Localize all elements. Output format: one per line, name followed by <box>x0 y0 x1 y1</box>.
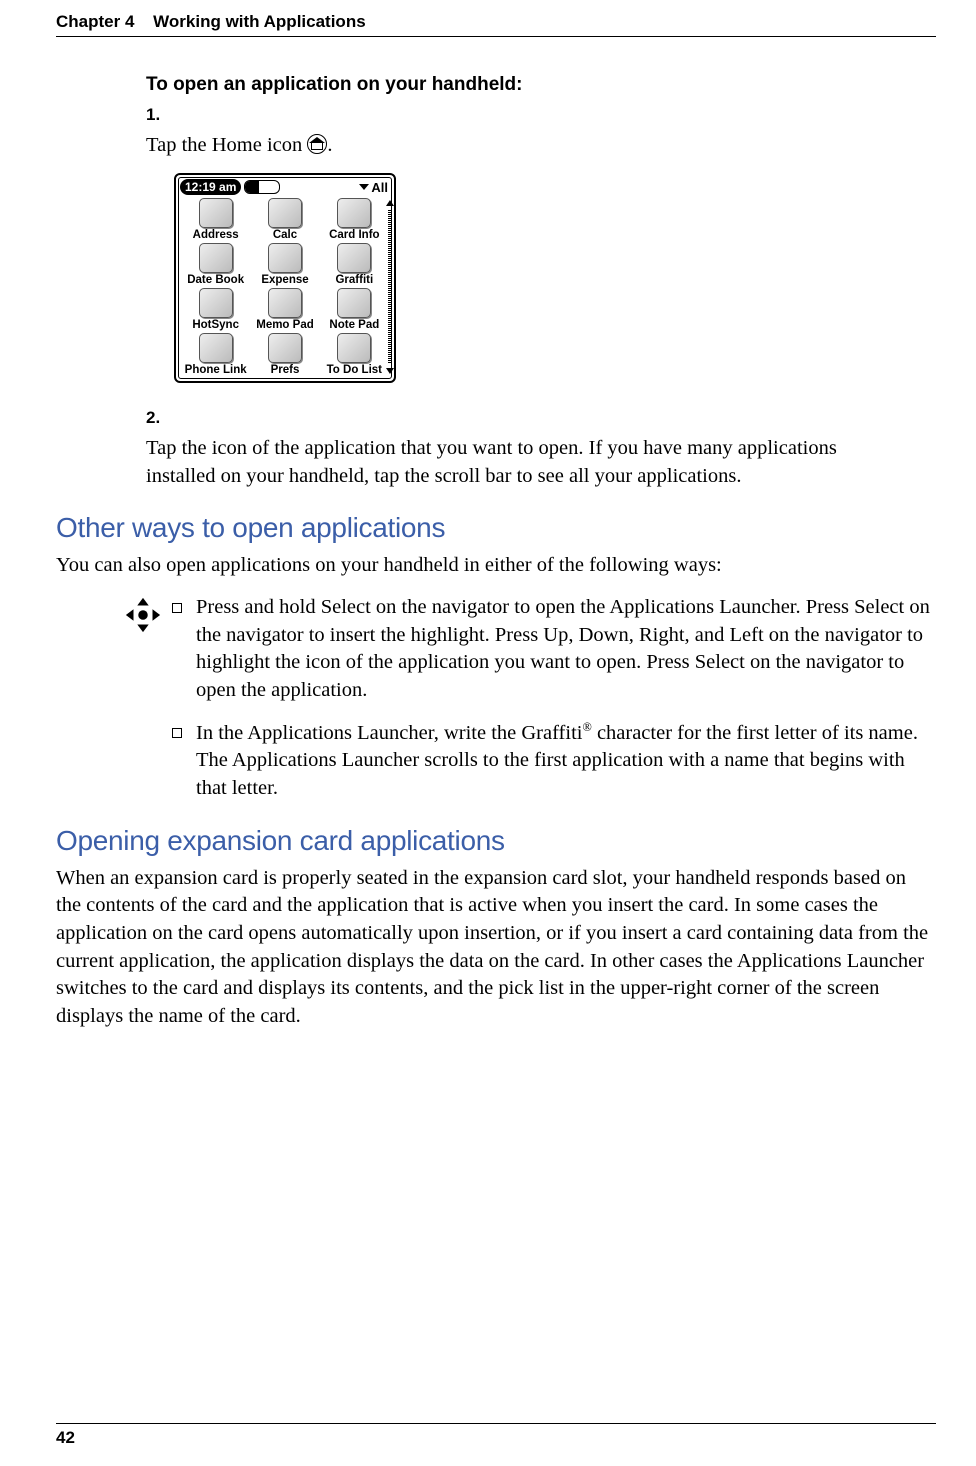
category-label: All <box>371 180 388 195</box>
intro-paragraph: You can also open applications on your h… <box>56 552 936 580</box>
bullet-item: In the Applications Launcher, write the … <box>172 719 936 803</box>
section-heading-expansion: Opening expansion card applications <box>56 825 936 857</box>
bullet-text: In the Applications Launcher, write the … <box>196 719 936 803</box>
app-label: Date Book <box>187 274 244 286</box>
app-label: Memo Pad <box>256 319 314 331</box>
section-heading-other-ways: Other ways to open applications <box>56 512 936 544</box>
app-icon <box>337 198 371 228</box>
chapter-label: Chapter 4 <box>56 12 134 31</box>
step-number: 1. <box>146 104 172 127</box>
app-icon <box>268 243 302 273</box>
app-launcher-item[interactable]: To Do List <box>320 333 389 376</box>
square-bullet-icon <box>172 728 182 738</box>
page-header: Chapter 4 Working with Applications <box>56 12 936 37</box>
app-label: Note Pad <box>329 319 379 331</box>
app-launcher-item[interactable]: Memo Pad <box>250 288 319 331</box>
app-launcher-item[interactable]: Date Book <box>181 243 250 286</box>
home-icon <box>307 134 327 154</box>
app-launcher-item[interactable]: Graffiti <box>320 243 389 286</box>
app-icon <box>268 333 302 363</box>
step-1: 1. Tap the Home icon . <box>146 104 936 159</box>
app-icon <box>199 333 233 363</box>
app-icon <box>199 288 233 318</box>
chapter-title: Working with Applications <box>153 12 366 31</box>
app-icon <box>268 198 302 228</box>
device-status-bar: 12:19 am All <box>179 178 391 196</box>
scroll-up-icon[interactable] <box>386 200 394 206</box>
step-text: Tap the icon of the application that you… <box>146 435 906 490</box>
app-label: HotSync <box>192 319 239 331</box>
app-label: Card Info <box>329 229 379 241</box>
app-launcher-item[interactable]: Note Pad <box>320 288 389 331</box>
app-label: Prefs <box>271 364 300 376</box>
app-label: Phone Link <box>185 364 247 376</box>
app-label: Expense <box>261 274 308 286</box>
app-icon <box>337 288 371 318</box>
app-launcher-item[interactable]: Calc <box>250 198 319 241</box>
app-icon <box>199 198 233 228</box>
app-label: Address <box>193 229 239 241</box>
app-launcher-item[interactable]: Phone Link <box>181 333 250 376</box>
navigator-icon <box>124 596 162 634</box>
app-launcher-item[interactable]: Card Info <box>320 198 389 241</box>
scroll-track[interactable] <box>388 210 392 364</box>
app-launcher-item[interactable]: Expense <box>250 243 319 286</box>
app-label: Calc <box>273 229 297 241</box>
bullet-item: Press and hold Select on the navigator t… <box>172 594 936 705</box>
app-label: Graffiti <box>335 274 373 286</box>
clock: 12:19 am <box>180 179 241 195</box>
app-launcher-item[interactable]: HotSync <box>181 288 250 331</box>
scroll-down-icon[interactable] <box>386 368 394 374</box>
app-launcher-item[interactable]: Prefs <box>250 333 319 376</box>
bullet-text: Press and hold Select on the navigator t… <box>196 594 936 705</box>
page-footer: 42 <box>56 1423 936 1448</box>
square-bullet-icon <box>172 603 182 613</box>
body-paragraph: When an expansion card is properly seate… <box>56 865 936 1031</box>
device-screenshot: 12:19 am All Address Calc Card Info Date Bo… <box>174 173 396 383</box>
app-launcher-item[interactable]: Address <box>181 198 250 241</box>
category-menu[interactable]: All <box>359 180 390 195</box>
app-grid: Address Calc Card Info Date Book Expense Graf… <box>179 196 391 378</box>
step-text: Tap the Home icon . <box>146 132 906 160</box>
page-number: 42 <box>56 1428 75 1447</box>
app-label: To Do List <box>327 364 382 376</box>
step-2: 2. Tap the icon of the application that … <box>146 407 936 490</box>
app-icon <box>337 333 371 363</box>
procedure-title: To open an application on your handheld: <box>146 74 936 96</box>
app-icon <box>199 243 233 273</box>
battery-icon <box>244 180 280 194</box>
app-icon <box>268 288 302 318</box>
scrollbar[interactable] <box>386 200 394 374</box>
app-icon <box>337 243 371 273</box>
chevron-down-icon <box>359 184 369 190</box>
step-number: 2. <box>146 407 172 430</box>
